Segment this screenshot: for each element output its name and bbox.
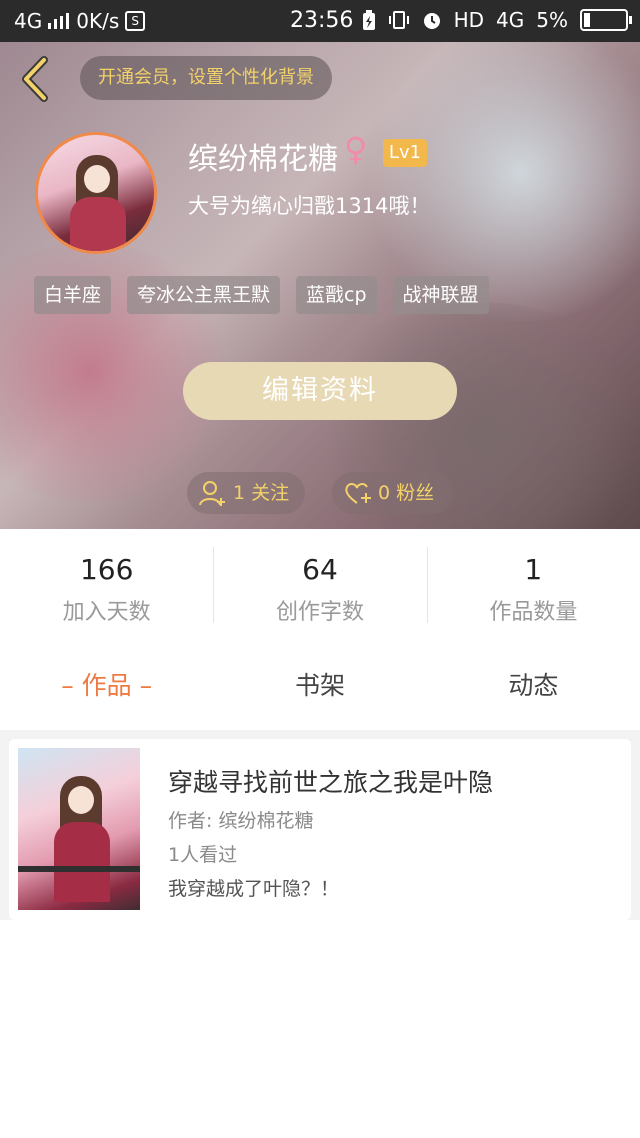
level-badge: Lv1 (383, 139, 427, 167)
avatar[interactable] (35, 132, 157, 254)
tag-item[interactable]: 蓝戬cp (296, 276, 377, 314)
book-cover-image (18, 748, 140, 910)
network-indicator: 4G (14, 9, 43, 33)
stats-row: 166 加入天数 64 创作字数 1 作品数量 (0, 529, 640, 643)
tag-item[interactable]: 白羊座 (34, 276, 112, 314)
stat-value: 166 (79, 553, 134, 586)
signature: 大号为缡心归戬1314哦！ (188, 194, 431, 218)
user-plus-icon (199, 481, 225, 506)
tab-bar: – 作品 – 书架 动态 (0, 642, 640, 730)
book-title: 穿越寻找前世之旅之我是叶隐 (168, 768, 494, 797)
stat-label: 创作字数 (275, 600, 364, 625)
battery-icon (580, 9, 632, 31)
tab-works[interactable]: – 作品 – (0, 642, 213, 730)
hd-indicator: HD (453, 8, 485, 32)
follow-count-label: 1 关注 (233, 482, 290, 504)
alarm-icon (423, 13, 440, 29)
back-arrow-icon[interactable] (16, 56, 56, 102)
book-views: 1人看过 (168, 844, 238, 866)
s-badge-icon: S (125, 11, 146, 31)
female-gender-icon: ♀ (344, 130, 368, 168)
stat-value: 1 (524, 553, 543, 586)
vip-banner-button[interactable]: 开通会员，设置个性化背景 (80, 56, 332, 100)
stat-word-count: 64 创作字数 (213, 529, 426, 642)
book-description: 我穿越成了叶隐？！ (168, 878, 340, 900)
fans-count-button[interactable]: 0 粉丝 (332, 472, 453, 514)
tag-item[interactable]: 战神联盟 (392, 276, 489, 314)
tab-bookshelf[interactable]: 书架 (213, 642, 426, 730)
book-author: 作者: 缤纷棉花糖 (168, 810, 314, 832)
clock: 23:56 (290, 8, 354, 33)
heart-plus-icon (345, 483, 371, 504)
tab-activity[interactable]: 动态 (427, 642, 640, 730)
network-right-indicator: 4G (496, 8, 525, 32)
follow-count-button[interactable]: 1 关注 (187, 472, 305, 514)
tag-item[interactable]: 夸冰公主黑王默 (127, 276, 281, 314)
vibrate-icon (388, 11, 409, 29)
charging-icon (362, 10, 375, 30)
battery-percent: 5% (536, 8, 568, 32)
stat-label: 作品数量 (489, 600, 578, 625)
stat-days-joined: 166 加入天数 (0, 529, 213, 642)
tag-list: 白羊座 夸冰公主黑王默 蓝戬cp 战神联盟 (34, 276, 489, 314)
signal-icon (48, 13, 70, 29)
work-card[interactable]: 穿越寻找前世之旅之我是叶隐 作者: 缤纷棉花糖 1人看过 我穿越成了叶隐？！ (9, 739, 631, 920)
stat-works-count: 1 作品数量 (426, 529, 640, 642)
stat-value: 64 (302, 553, 338, 586)
edit-profile-button[interactable]: 编辑资料 (183, 362, 457, 420)
profile-header: 开通会员，设置个性化背景 缤纷棉花糖 ♀ Lv1 大号为缡心归戬1314哦！ 白… (0, 42, 640, 529)
speed-indicator: 0K/s (76, 9, 120, 33)
status-bar: 4G 0K/s S 23:56 HD 4G 5% (0, 0, 640, 42)
status-left: 4G 0K/s S (14, 9, 146, 33)
fans-count-label: 0 粉丝 (378, 482, 435, 504)
stat-label: 加入天数 (62, 600, 151, 625)
status-right: HD 4G 5% (362, 8, 632, 32)
username: 缤纷棉花糖 (188, 142, 338, 177)
